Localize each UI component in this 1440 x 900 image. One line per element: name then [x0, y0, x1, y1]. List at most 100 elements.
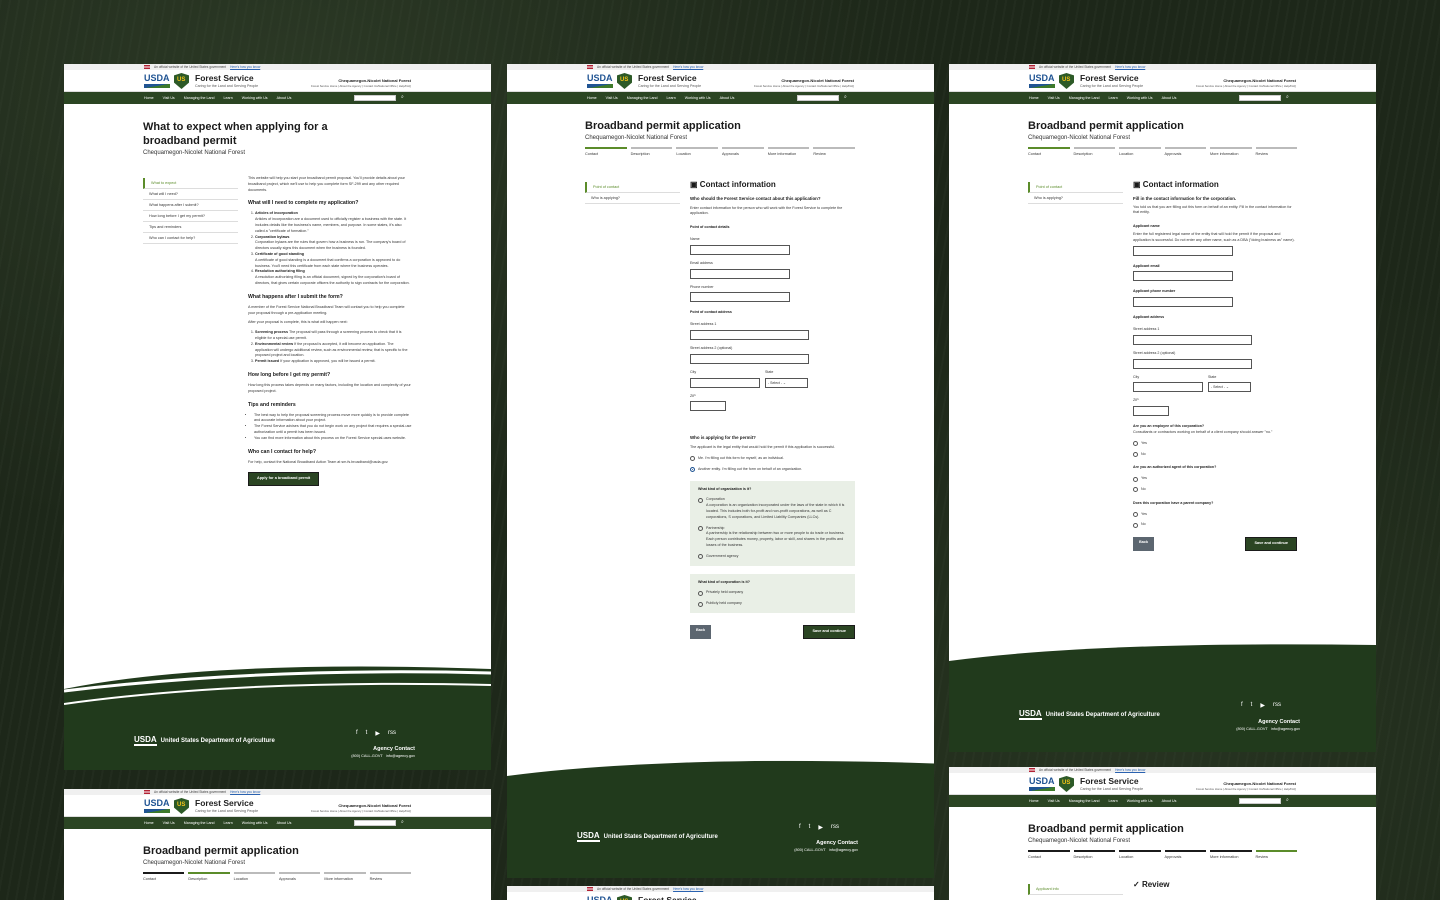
radio-public[interactable]: Publicly held company — [698, 601, 847, 607]
city-field[interactable] — [1133, 382, 1203, 393]
nav-managing[interactable]: Managing the Land — [184, 821, 215, 825]
radio-parent-yes[interactable]: Yes — [1133, 512, 1297, 518]
twitter-icon[interactable]: t — [366, 730, 368, 737]
radio-private[interactable]: Privately held company — [698, 590, 847, 596]
radio-government[interactable]: Government agency — [698, 554, 847, 560]
nav-visit[interactable]: Visit Us — [606, 96, 618, 100]
nav-about[interactable]: About Us — [1162, 799, 1177, 803]
site-title[interactable]: Forest Service — [638, 895, 697, 900]
side-item-tips[interactable]: Tips and reminders — [143, 222, 238, 233]
youtube-icon[interactable]: ▶ — [1260, 702, 1265, 709]
street2-field[interactable] — [1133, 358, 1252, 369]
side-item-after-submit[interactable]: What happens after I submit? — [143, 200, 238, 211]
state-select[interactable]: - Select - ⌄ — [1208, 382, 1251, 393]
search-icon[interactable]: ⌕ — [1286, 797, 1289, 803]
side-item-how-long[interactable]: How long before I get my permit? — [143, 211, 238, 222]
state-select[interactable]: - Select - ⌄ — [765, 377, 808, 388]
nav-about[interactable]: About Us — [720, 96, 735, 100]
nav-working[interactable]: Working with Us — [685, 96, 711, 100]
youtube-icon[interactable]: ▶ — [818, 824, 823, 831]
nav-about[interactable]: About Us — [1162, 96, 1177, 100]
site-title[interactable]: Forest Service — [195, 798, 254, 808]
nav-managing[interactable]: Managing the Land — [627, 96, 658, 100]
forest-service-shield-icon[interactable]: US — [617, 73, 632, 89]
agency-phone[interactable]: (800) CALL-GOVT — [351, 754, 382, 758]
zip-field[interactable] — [1133, 406, 1169, 417]
site-title[interactable]: Forest Service — [195, 73, 254, 83]
search-input[interactable] — [354, 95, 396, 101]
side-item-who-applying[interactable]: Who is applying? — [585, 193, 680, 204]
nav-working[interactable]: Working with Us — [1127, 799, 1153, 803]
usda-logo[interactable]: USDA — [1029, 73, 1055, 88]
agency-email[interactable]: info@agency.gov — [829, 848, 858, 852]
search-icon[interactable]: ⌕ — [1286, 94, 1289, 100]
usda-logo[interactable]: USDA — [144, 798, 170, 813]
name-field[interactable] — [690, 244, 790, 255]
nav-visit[interactable]: Visit Us — [1048, 96, 1060, 100]
nav-home[interactable]: Home — [144, 821, 154, 825]
search-input[interactable] — [354, 820, 396, 826]
nav-working[interactable]: Working with Us — [1127, 96, 1153, 100]
agency-email[interactable]: info@agency.gov — [1271, 727, 1300, 731]
usda-logo[interactable]: USDA — [1029, 776, 1055, 791]
nav-learn[interactable]: Learn — [1109, 96, 1118, 100]
save-continue-button[interactable]: Save and continue — [1245, 537, 1297, 551]
nav-about[interactable]: About Us — [277, 96, 292, 100]
nav-managing[interactable]: Managing the Land — [184, 96, 215, 100]
radio-employee-no[interactable]: No — [1133, 452, 1297, 458]
radio-agent-no[interactable]: No — [1133, 487, 1297, 493]
side-item-what-need[interactable]: What will I need? — [143, 189, 238, 200]
side-item-who-applying[interactable]: Who is applying? — [1028, 193, 1123, 204]
forest-service-shield-icon[interactable]: US — [617, 895, 632, 900]
nav-learn[interactable]: Learn — [224, 821, 233, 825]
footer-usda[interactable]: USDA United States Department of Agricult… — [134, 736, 275, 746]
header-links[interactable]: Forest Service Home | About the Agency |… — [311, 84, 411, 88]
forest-service-shield-icon[interactable]: US — [1059, 73, 1074, 89]
facebook-icon[interactable]: f — [799, 824, 801, 831]
forest-service-shield-icon[interactable]: US — [174, 798, 189, 814]
rss-icon[interactable]: rss — [388, 730, 396, 737]
phone-field[interactable] — [690, 292, 790, 303]
search-input[interactable] — [797, 95, 839, 101]
apply-button[interactable]: Apply for a broadband permit — [248, 472, 320, 487]
footer-usda[interactable]: USDA United States Department of Agricult… — [577, 832, 718, 842]
search-icon[interactable]: ⌕ — [844, 94, 847, 100]
facebook-icon[interactable]: f — [356, 730, 358, 737]
city-field[interactable] — [690, 377, 760, 388]
radio-me[interactable]: Me. I'm filling out this form for myself… — [690, 456, 855, 462]
twitter-icon[interactable]: t — [809, 824, 811, 831]
nav-home[interactable]: Home — [1029, 799, 1039, 803]
rss-icon[interactable]: rss — [831, 824, 839, 831]
nav-home[interactable]: Home — [144, 96, 154, 100]
nav-working[interactable]: Working with Us — [242, 821, 268, 825]
nav-learn[interactable]: Learn — [1109, 799, 1118, 803]
search-icon[interactable]: ⌕ — [401, 819, 404, 825]
search-input[interactable] — [1239, 95, 1281, 101]
street1-field[interactable] — [690, 329, 809, 340]
site-title[interactable]: Forest Service — [638, 73, 697, 83]
radio-parent-no[interactable]: No — [1133, 522, 1297, 528]
nav-about[interactable]: About Us — [277, 821, 292, 825]
back-button[interactable]: Back — [690, 624, 712, 639]
nav-visit[interactable]: Visit Us — [163, 96, 175, 100]
nav-working[interactable]: Working with Us — [242, 96, 268, 100]
youtube-icon[interactable]: ▶ — [375, 730, 380, 737]
zip-field[interactable] — [690, 401, 726, 412]
side-item-point-of-contact[interactable]: Point of contact — [1028, 182, 1123, 193]
footer-usda[interactable]: USDA United States Department of Agricult… — [1019, 710, 1160, 720]
side-item-applicant-info[interactable]: Applicant info — [1028, 884, 1123, 895]
site-title[interactable]: Forest Service — [1080, 776, 1139, 786]
email-field[interactable] — [690, 268, 790, 279]
radio-agent-yes[interactable]: Yes — [1133, 476, 1297, 482]
forest-service-shield-icon[interactable]: US — [174, 73, 189, 89]
rss-icon[interactable]: rss — [1273, 702, 1281, 709]
nav-managing[interactable]: Managing the Land — [1069, 799, 1100, 803]
nav-managing[interactable]: Managing the Land — [1069, 96, 1100, 100]
nav-visit[interactable]: Visit Us — [1048, 799, 1060, 803]
applicant-email-field[interactable] — [1133, 271, 1233, 282]
street2-field[interactable] — [690, 353, 809, 364]
usda-logo[interactable]: USDA — [587, 73, 613, 88]
applicant-name-field[interactable] — [1133, 245, 1233, 256]
nav-learn[interactable]: Learn — [667, 96, 676, 100]
radio-other-entity[interactable]: Another entity. I'm filling out the form… — [690, 467, 855, 473]
